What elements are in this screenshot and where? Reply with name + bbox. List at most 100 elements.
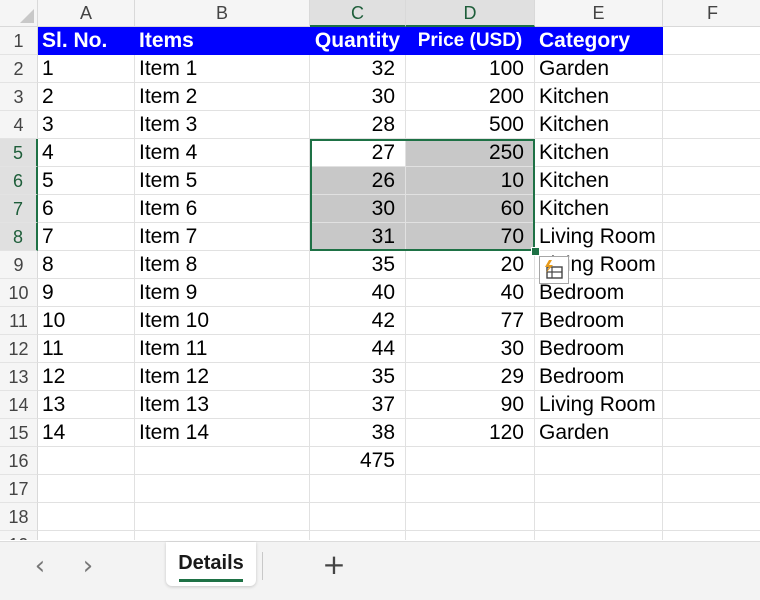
row-header-9[interactable]: 9	[0, 251, 38, 279]
header-cell-b[interactable]: Items	[135, 27, 310, 55]
cell-f5[interactable]	[663, 139, 760, 167]
cell-f13[interactable]	[663, 363, 760, 391]
cell-b3[interactable]: Item 2	[135, 83, 310, 111]
cell-e16[interactable]	[535, 447, 663, 475]
cell-b9[interactable]: Item 8	[135, 251, 310, 279]
cell-e6[interactable]: Kitchen	[535, 167, 663, 195]
cell-a4[interactable]: 3	[38, 111, 135, 139]
row-header-19[interactable]: 19	[0, 531, 38, 540]
row-header-10[interactable]: 10	[0, 279, 38, 307]
cell-c3[interactable]: 30	[310, 83, 406, 111]
cell-d11[interactable]: 77	[406, 307, 535, 335]
cell-c9[interactable]: 35	[310, 251, 406, 279]
cell-d17[interactable]	[406, 475, 535, 503]
row-header-5[interactable]: 5	[0, 139, 38, 167]
header-cell-e[interactable]: Category	[535, 27, 663, 55]
cell-b16[interactable]	[135, 447, 310, 475]
cell-c4[interactable]: 28	[310, 111, 406, 139]
cell-f18[interactable]	[663, 503, 760, 531]
cell-e17[interactable]	[535, 475, 663, 503]
header-cell-d[interactable]: Price (USD)	[406, 27, 535, 55]
cell-a14[interactable]: 13	[38, 391, 135, 419]
column-header-d[interactable]: D	[406, 0, 535, 27]
column-header-c[interactable]: C	[310, 0, 406, 27]
cell-b10[interactable]: Item 9	[135, 279, 310, 307]
cell-b13[interactable]: Item 12	[135, 363, 310, 391]
cell-e4[interactable]: Kitchen	[535, 111, 663, 139]
row-header-2[interactable]: 2	[0, 55, 38, 83]
cell-f4[interactable]	[663, 111, 760, 139]
row-header-14[interactable]: 14	[0, 391, 38, 419]
header-cell-a[interactable]: Sl. No.	[38, 27, 135, 55]
cell-c16[interactable]: 475	[310, 447, 406, 475]
cell-b6[interactable]: Item 5	[135, 167, 310, 195]
cell-c5[interactable]: 27	[310, 139, 406, 167]
cell-d15[interactable]: 120	[406, 419, 535, 447]
cell-e14[interactable]: Living Room	[535, 391, 663, 419]
cell-a11[interactable]: 10	[38, 307, 135, 335]
cell-b2[interactable]: Item 1	[135, 55, 310, 83]
cell-f3[interactable]	[663, 83, 760, 111]
cell-b7[interactable]: Item 6	[135, 195, 310, 223]
cell-d19[interactable]	[406, 531, 535, 540]
cell-d4[interactable]: 500	[406, 111, 535, 139]
cell-f10[interactable]	[663, 279, 760, 307]
cell-d13[interactable]: 29	[406, 363, 535, 391]
spreadsheet-grid[interactable]: ABCDEF12345678910111213141516171819475Ga…	[0, 0, 760, 540]
cell-f16[interactable]	[663, 447, 760, 475]
cell-d12[interactable]: 30	[406, 335, 535, 363]
cell-d3[interactable]: 200	[406, 83, 535, 111]
cell-f15[interactable]	[663, 419, 760, 447]
cell-b5[interactable]: Item 4	[135, 139, 310, 167]
cell-c18[interactable]	[310, 503, 406, 531]
header-cell-c[interactable]: Quantity	[310, 27, 406, 55]
cell-b17[interactable]	[135, 475, 310, 503]
cell-d14[interactable]: 90	[406, 391, 535, 419]
cell-a3[interactable]: 2	[38, 83, 135, 111]
cell-f1[interactable]	[663, 27, 760, 55]
cell-f7[interactable]	[663, 195, 760, 223]
column-header-b[interactable]: B	[135, 0, 310, 27]
cell-a13[interactable]: 12	[38, 363, 135, 391]
cell-c13[interactable]: 35	[310, 363, 406, 391]
cell-c2[interactable]: 32	[310, 55, 406, 83]
cell-f17[interactable]	[663, 475, 760, 503]
cell-a19[interactable]	[38, 531, 135, 540]
cell-a15[interactable]: 14	[38, 419, 135, 447]
cell-a17[interactable]	[38, 475, 135, 503]
cell-a18[interactable]	[38, 503, 135, 531]
cell-d2[interactable]: 100	[406, 55, 535, 83]
cell-d5[interactable]: 250	[406, 139, 535, 167]
cell-f8[interactable]	[663, 223, 760, 251]
select-all-corner[interactable]	[0, 0, 38, 27]
row-header-15[interactable]: 15	[0, 419, 38, 447]
cell-f2[interactable]	[663, 55, 760, 83]
cell-d6[interactable]: 10	[406, 167, 535, 195]
row-header-13[interactable]: 13	[0, 363, 38, 391]
cell-f6[interactable]	[663, 167, 760, 195]
row-header-7[interactable]: 7	[0, 195, 38, 223]
cell-e18[interactable]	[535, 503, 663, 531]
sheet-tab-details[interactable]: Details	[166, 542, 256, 586]
cell-e11[interactable]: Bedroom	[535, 307, 663, 335]
cell-b12[interactable]: Item 11	[135, 335, 310, 363]
cell-e12[interactable]: Bedroom	[535, 335, 663, 363]
cell-e5[interactable]: Kitchen	[535, 139, 663, 167]
cell-d10[interactable]: 40	[406, 279, 535, 307]
cell-b18[interactable]	[135, 503, 310, 531]
cell-e19[interactable]	[535, 531, 663, 540]
row-header-17[interactable]: 17	[0, 475, 38, 503]
cell-f9[interactable]	[663, 251, 760, 279]
cell-f14[interactable]	[663, 391, 760, 419]
column-header-a[interactable]: A	[38, 0, 135, 27]
cell-c11[interactable]: 42	[310, 307, 406, 335]
cell-d8[interactable]: 70	[406, 223, 535, 251]
chevron-right-icon[interactable]: ›	[75, 553, 101, 580]
cell-a8[interactable]: 7	[38, 223, 135, 251]
cell-a5[interactable]: 4	[38, 139, 135, 167]
cell-e7[interactable]: Kitchen	[535, 195, 663, 223]
cell-e8[interactable]: Living Room	[535, 223, 663, 251]
cell-b15[interactable]: Item 14	[135, 419, 310, 447]
row-header-16[interactable]: 16	[0, 447, 38, 475]
row-header-11[interactable]: 11	[0, 307, 38, 335]
